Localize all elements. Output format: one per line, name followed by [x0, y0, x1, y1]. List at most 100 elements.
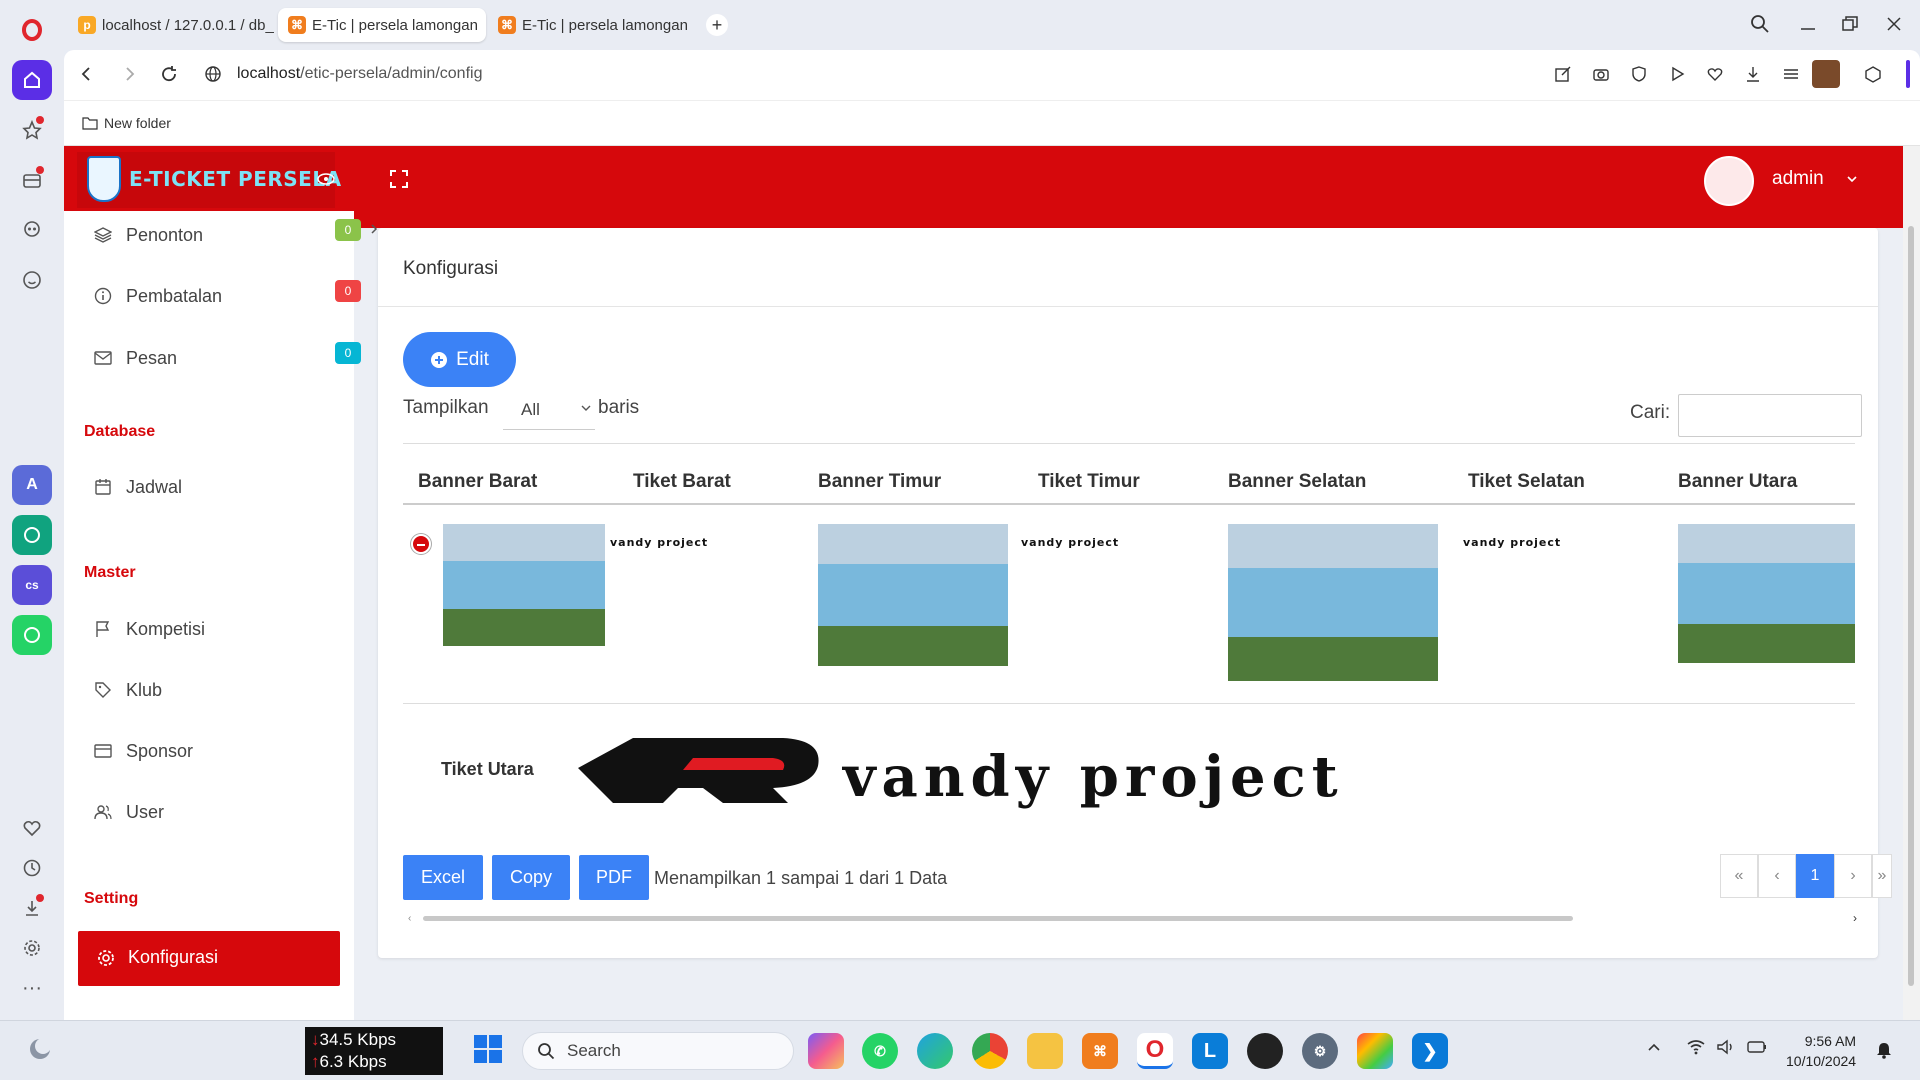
- vscode-icon[interactable]: ❯: [1412, 1033, 1448, 1069]
- sidebar-item-user[interactable]: User: [94, 792, 164, 832]
- minimize-icon[interactable]: [1798, 14, 1818, 34]
- brand[interactable]: E-TICKET PERSELA: [77, 152, 341, 208]
- easy-setup-icon[interactable]: [1782, 65, 1800, 83]
- edit-button[interactable]: Edit: [403, 332, 516, 387]
- extensions-icon[interactable]: [1864, 65, 1882, 83]
- chrome-icon[interactable]: [972, 1033, 1008, 1069]
- page-last[interactable]: »: [1872, 854, 1892, 898]
- heart-icon[interactable]: [12, 808, 52, 848]
- battery-icon[interactable]: [1746, 1039, 1768, 1055]
- clock[interactable]: 9:56 AM 10/10/2024: [1786, 1031, 1856, 1071]
- downloads-icon[interactable]: [12, 888, 52, 928]
- col-banner-barat[interactable]: Banner Barat: [418, 471, 537, 493]
- download-icon[interactable]: [1744, 65, 1762, 83]
- volume-icon[interactable]: [1716, 1039, 1736, 1055]
- collapse-row-button[interactable]: [411, 534, 431, 554]
- user-avatar[interactable]: [1704, 156, 1754, 206]
- col-banner-utara[interactable]: Banner Utara: [1678, 471, 1797, 493]
- eye-icon[interactable]: [317, 172, 335, 186]
- forward-icon[interactable]: [120, 65, 138, 83]
- banner-selatan-image: [1228, 524, 1438, 681]
- col-tiket-barat[interactable]: Tiket Barat: [633, 471, 731, 493]
- emoji-icon[interactable]: [12, 260, 52, 300]
- skull-icon[interactable]: [12, 210, 52, 250]
- chatgpt-icon[interactable]: [12, 515, 52, 555]
- xampp-icon[interactable]: ⌘: [1082, 1033, 1118, 1069]
- sidebar-item-pembatalan[interactable]: Pembatalan: [94, 276, 222, 316]
- github-icon[interactable]: [1247, 1033, 1283, 1069]
- page-prev[interactable]: ‹: [1758, 854, 1796, 898]
- page-scrollbar[interactable]: [1903, 146, 1920, 1020]
- wallet-icon[interactable]: [12, 160, 52, 200]
- col-tiket-selatan[interactable]: Tiket Selatan: [1468, 471, 1585, 493]
- col-tiket-timur[interactable]: Tiket Timur: [1038, 471, 1140, 493]
- heart-icon[interactable]: [1706, 65, 1724, 83]
- history-icon[interactable]: [12, 848, 52, 888]
- tab-etic[interactable]: ⌘ E-Tic | persela lamongan: [488, 8, 688, 42]
- edge-icon[interactable]: [917, 1033, 953, 1069]
- search-input[interactable]: [1678, 394, 1862, 437]
- bell-icon[interactable]: [1876, 1041, 1892, 1059]
- aria-app-icon[interactable]: A: [12, 465, 52, 505]
- sidebar-item-pesan[interactable]: Pesan: [94, 338, 177, 378]
- file-explorer-icon[interactable]: [1027, 1033, 1063, 1069]
- camera-icon[interactable]: [1592, 65, 1610, 83]
- sidebar-item-klub[interactable]: Klub: [94, 670, 162, 710]
- more-icon[interactable]: ···: [12, 968, 52, 1008]
- user-name[interactable]: admin: [1772, 168, 1824, 190]
- copy-button[interactable]: Copy: [492, 855, 570, 900]
- play-icon[interactable]: [1668, 65, 1686, 83]
- page-next[interactable]: ›: [1834, 854, 1872, 898]
- chevron-up-icon[interactable]: [1646, 1041, 1662, 1053]
- chevron-down-icon[interactable]: [1846, 174, 1858, 184]
- page-1[interactable]: 1: [1796, 854, 1834, 898]
- col-banner-timur[interactable]: Banner Timur: [818, 471, 941, 493]
- sidebar-item-kompetisi[interactable]: Kompetisi: [94, 609, 205, 649]
- color-app-icon[interactable]: [1357, 1033, 1393, 1069]
- back-icon[interactable]: [78, 65, 96, 83]
- settings-app-icon[interactable]: ⚙: [1302, 1033, 1338, 1069]
- page-first[interactable]: «: [1720, 854, 1758, 898]
- weather-icon[interactable]: [26, 1035, 54, 1063]
- rows-select[interactable]: All: [503, 388, 595, 430]
- tab-etic-active[interactable]: ⌘ E-Tic | persela lamongan: [278, 8, 486, 42]
- users-icon: [94, 805, 112, 820]
- whatsapp-icon[interactable]: ✆: [862, 1033, 898, 1069]
- sidebar-item-konfigurasi[interactable]: Konfigurasi: [78, 931, 340, 986]
- reload-icon[interactable]: [160, 65, 178, 83]
- wifi-icon[interactable]: [1686, 1039, 1706, 1055]
- url-field[interactable]: localhost/etic-persela/admin/config: [237, 65, 482, 83]
- opera-icon[interactable]: O: [1137, 1033, 1173, 1069]
- sidebar-item-jadwal[interactable]: Jadwal: [94, 467, 182, 507]
- l-app-icon[interactable]: L: [1192, 1033, 1228, 1069]
- pinboard-icon[interactable]: [12, 110, 52, 150]
- restore-icon[interactable]: [1840, 14, 1860, 34]
- fullscreen-icon[interactable]: [390, 170, 408, 188]
- sidebar-item-sponsor[interactable]: Sponsor: [94, 731, 193, 771]
- horizontal-scrollbar[interactable]: ‹ ›: [408, 911, 1868, 925]
- taskbar-search[interactable]: Search: [522, 1032, 794, 1070]
- profile-avatar[interactable]: [1812, 60, 1840, 88]
- search-tabs-icon[interactable]: [1750, 14, 1770, 34]
- settings-icon[interactable]: [12, 928, 52, 968]
- shield-icon[interactable]: [1630, 65, 1648, 83]
- close-icon[interactable]: [1884, 14, 1904, 34]
- copilot-icon[interactable]: [808, 1033, 844, 1069]
- home-icon[interactable]: [12, 60, 52, 100]
- excel-button[interactable]: Excel: [403, 855, 483, 900]
- pdf-button[interactable]: PDF: [579, 855, 649, 900]
- taskbar-search-label: Search: [567, 1041, 621, 1060]
- page-scroll-thumb[interactable]: [1908, 226, 1914, 986]
- scroll-thumb[interactable]: [423, 916, 1573, 921]
- tab-phpmyadmin[interactable]: p localhost / 127.0.0.1 / db_: [68, 8, 278, 42]
- col-banner-selatan[interactable]: Banner Selatan: [1228, 471, 1366, 493]
- bookmark-folder[interactable]: New folder: [82, 115, 171, 131]
- sidebar-item-penonton[interactable]: Penonton: [94, 215, 203, 255]
- opera-logo-icon[interactable]: [12, 10, 52, 50]
- sidebar-toggle[interactable]: [1906, 60, 1910, 88]
- new-tab-button[interactable]: +: [706, 14, 728, 36]
- cs-app-icon[interactable]: cs: [12, 565, 52, 605]
- whatsapp-icon[interactable]: [12, 615, 52, 655]
- edit-page-icon[interactable]: [1554, 65, 1572, 83]
- start-icon[interactable]: [473, 1034, 503, 1064]
